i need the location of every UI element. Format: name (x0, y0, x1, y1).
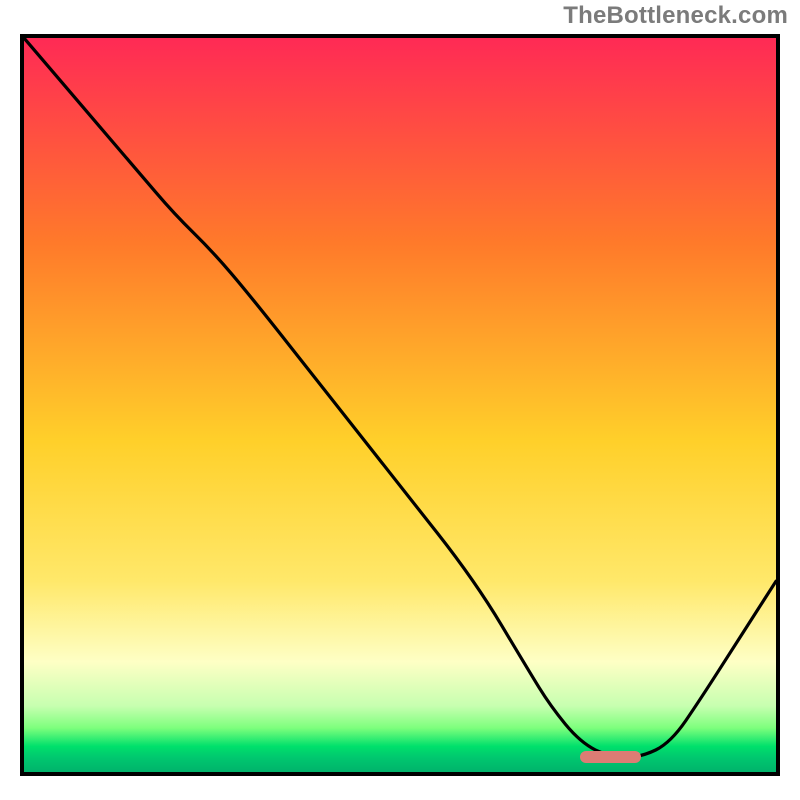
chart-stage: TheBottleneck.com (0, 0, 800, 800)
bottleneck-curve (24, 38, 776, 757)
plot-area (20, 34, 780, 776)
optimal-range-marker (580, 751, 640, 763)
watermark-text: TheBottleneck.com (563, 2, 788, 30)
curve-layer (24, 38, 776, 772)
